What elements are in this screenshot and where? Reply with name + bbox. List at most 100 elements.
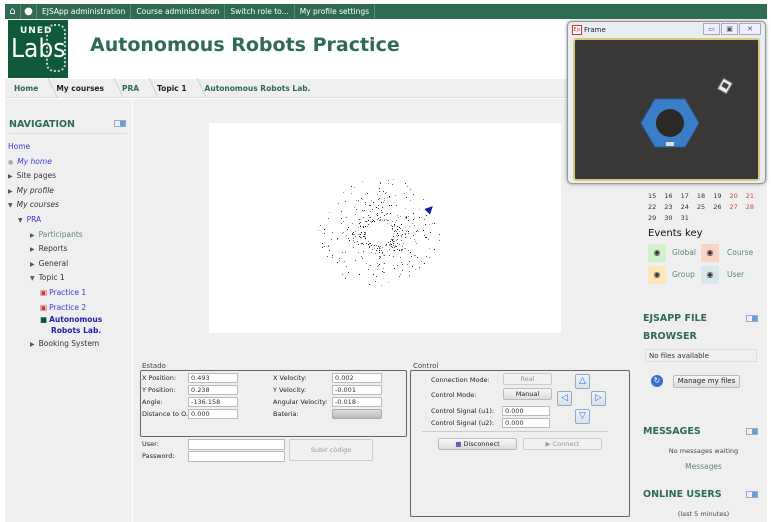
breadcrumb-topic1[interactable]: Topic 1 [148,84,196,93]
password-input[interactable] [188,451,285,462]
camera-frame-window[interactable]: Ejs Frame ▭ ▣ ✕ [567,21,766,184]
scan-point [343,192,345,194]
scan-point [340,223,342,225]
arrow-left-button[interactable]: ◁ [557,391,572,406]
user-icon[interactable]: ● [21,4,37,19]
nav-reports[interactable]: ▶ Reports [8,242,102,257]
u2-field[interactable]: 0.000 [502,418,550,428]
connection-mode-button[interactable]: Real [503,373,552,385]
nav-my-home[interactable]: ● My home [8,155,102,170]
scan-point [433,248,435,250]
home-icon[interactable]: ⌂ [5,4,21,19]
breadcrumb-my-courses[interactable]: My courses [47,84,113,93]
scan-point [423,235,425,237]
scan-point [368,245,370,247]
scan-point [386,250,388,252]
dock-icon[interactable] [114,120,126,127]
scan-point [369,243,371,245]
nav-general[interactable]: ▶ General [8,257,102,272]
file-browser-title: EJSAPP FILE [643,313,708,324]
upload-code-button[interactable]: Subir código [289,439,373,461]
nav-lab-line2[interactable]: Robots Lab. [8,325,102,337]
arrow-right-button[interactable]: ▷ [591,391,606,406]
distance-field[interactable]: 0.000 [188,409,238,419]
scan-point [367,224,369,226]
minimize-button[interactable]: ▭ [703,23,720,35]
control-mode-button[interactable]: Manual [503,388,552,400]
disconnect-button[interactable]: ■ Disconnect [438,438,517,450]
menu-profile-settings[interactable]: My profile settings [295,4,376,19]
scan-point [381,220,383,222]
dock-icon[interactable] [746,491,758,498]
scan-point [330,239,332,241]
dock-icon[interactable] [746,428,758,435]
uned-labs-logo[interactable]: UNED Labs [8,20,68,78]
x-position-field[interactable]: 0.493 [188,373,238,383]
scan-point [426,237,428,239]
nav-participants[interactable]: ▶ Participants [8,228,102,243]
scan-point [404,233,406,235]
close-button[interactable]: ✕ [739,23,761,35]
scan-point [398,244,400,246]
battery-bar [332,409,382,419]
scan-point [395,205,397,207]
angle-field[interactable]: -136.158 [188,397,238,407]
events-key-user[interactable]: User [727,270,744,279]
u1-field[interactable]: 0.000 [502,406,550,416]
scan-point [405,207,407,209]
scan-point [425,223,427,225]
menu-ejsapp-admin[interactable]: EJSApp administration [37,4,132,19]
scan-point [406,197,408,199]
nav-site-pages[interactable]: ▶ Site pages [8,169,102,184]
y-position-field[interactable]: 0.238 [188,385,238,395]
scan-point [338,260,340,262]
nav-lab[interactable]: ■ Autonomous [8,315,102,325]
maximize-button[interactable]: ▣ [721,23,738,35]
scan-point [389,213,391,215]
u1-label: Control Signal (u1): [431,407,495,415]
scan-point [416,243,418,245]
breadcrumb-lab[interactable]: Autonomous Robots Lab. [196,84,320,93]
scan-point [396,264,398,266]
menu-switch-role[interactable]: Switch role to... [225,4,295,19]
scan-point [379,191,381,193]
menu-course-admin[interactable]: Course administration [131,4,226,19]
x-velocity-field[interactable]: 0.002 [332,373,382,383]
scan-point [391,239,393,241]
refresh-icon[interactable]: ↻ [651,375,663,387]
divider [9,133,127,134]
robot-trajectory-canvas[interactable] [209,123,561,333]
scan-point [398,235,400,236]
manage-files-button[interactable]: Manage my files [673,375,740,388]
events-key-global[interactable]: Global [672,248,696,257]
scan-point [365,204,367,206]
dock-icon[interactable] [746,315,758,322]
scan-point [399,257,401,259]
arrow-up-button[interactable]: △ [575,374,590,389]
scan-point [328,211,330,213]
events-key-group[interactable]: Group [672,270,695,279]
arrow-down-button[interactable]: ▽ [575,409,590,424]
angular-velocity-field[interactable]: -0.018 [332,397,382,407]
nav-my-courses[interactable]: ▼ My courses [8,198,102,213]
messages-link[interactable]: Messages [640,462,767,471]
nav-topic1[interactable]: ▼ Topic 1 [8,271,102,286]
nav-pra[interactable]: ▼ PRA [8,213,102,228]
events-key-course[interactable]: Course [727,248,753,257]
nav-booking[interactable]: ▶ Booking System [8,337,102,352]
nav-my-profile[interactable]: ▶ My profile [8,184,102,199]
connect-button[interactable]: ▶ Connect [523,438,602,450]
scan-point [369,221,371,223]
y-velocity-field[interactable]: -0.001 [332,385,382,395]
scan-point [404,183,406,185]
scan-point [356,241,358,243]
nav-home[interactable]: Home [8,140,102,155]
scan-point [377,212,379,214]
nav-practice1[interactable]: ▣ Practice 1 [8,286,102,301]
user-input[interactable] [188,439,285,450]
nav-practice2[interactable]: ▣ Practice 2 [8,301,102,316]
scan-point [421,261,423,263]
scan-point [354,214,356,216]
navigation-tree: Home ● My home ▶ Site pages ▶ My profile ▼ M… [8,140,102,352]
scan-point [425,255,427,257]
